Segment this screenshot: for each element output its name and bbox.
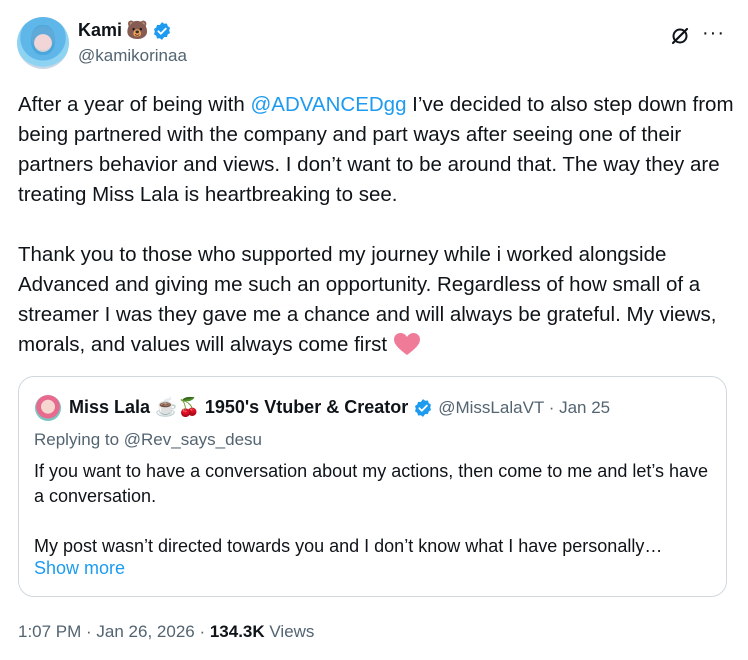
verified-badge-icon	[154, 21, 171, 40]
quoted-post[interactable]: Miss Lala ☕🍒 1950's Vtuber & Creator @Mi…	[18, 376, 727, 597]
mention-link[interactable]: @ADVANCEDgg	[250, 93, 406, 116]
post-text-part-2: I’ve decided to also step down from bein…	[18, 93, 734, 356]
quoted-avatar[interactable]	[35, 395, 61, 421]
replying-to: Replying to @Rev_says_desu	[34, 430, 262, 449]
post-text-part-1: After a year of being with	[18, 93, 251, 116]
views-count: 134.3K	[209, 622, 265, 641]
author-name[interactable]: Kami	[78, 20, 122, 41]
quoted-author-name[interactable]: Miss Lala ☕🍒 1950's Vtuber & Creator	[69, 397, 408, 418]
show-more-link[interactable]: Show more	[34, 558, 125, 579]
author-name-emoji: 🐻	[126, 20, 149, 40]
avatar[interactable]	[17, 17, 69, 69]
verified-badge-icon	[415, 398, 432, 417]
pink-heart-icon	[393, 333, 420, 355]
post-meta: 1:07 PM · Jan 26, 2026 · 134.3K Views	[18, 622, 314, 642]
author-handle[interactable]: @kamikorinaa	[78, 46, 187, 66]
post-text: After a year of being with @ADVANCEDgg I…	[18, 90, 738, 360]
quoted-handle-date[interactable]: @MissLalaVT · Jan 25	[438, 398, 610, 418]
quoted-header: Miss Lala ☕🍒 1950's Vtuber & Creator @Mi…	[69, 397, 610, 418]
grok-icon[interactable]	[670, 26, 690, 46]
more-options-icon[interactable]: ···	[702, 22, 725, 45]
quoted-text: If you want to have a conversation about…	[34, 461, 709, 556]
views-label: Views	[264, 622, 315, 641]
author-name-row[interactable]: Kami 🐻	[78, 20, 172, 41]
post-time-date[interactable]: 1:07 PM · Jan 26, 2026 ·	[18, 622, 210, 641]
